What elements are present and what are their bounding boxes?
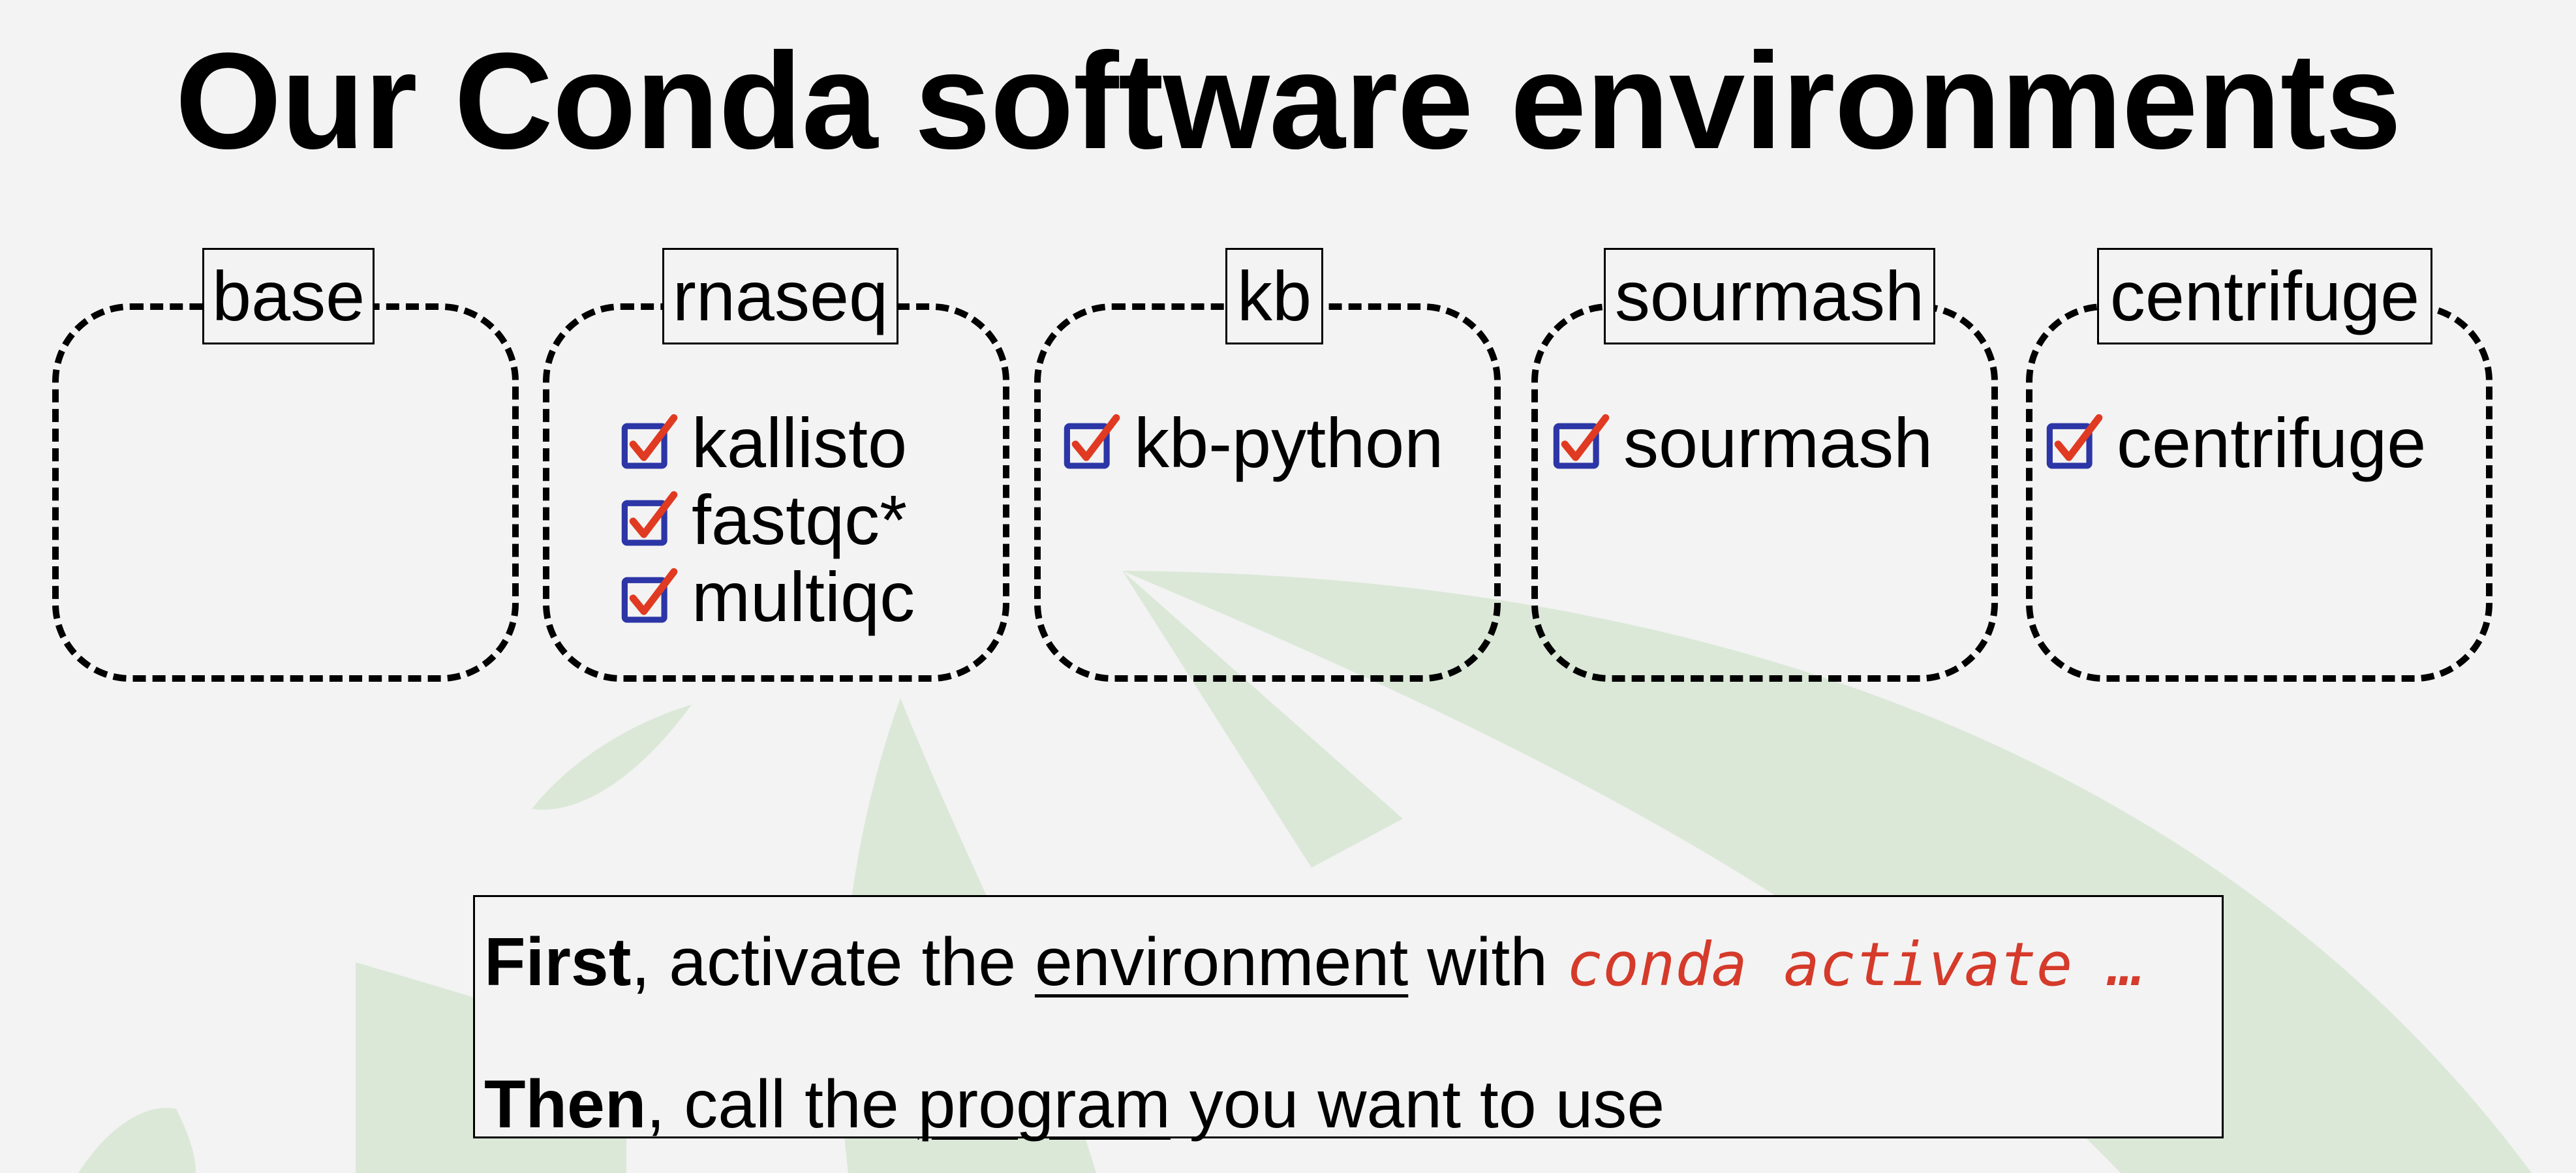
checkbox-checked-icon (621, 568, 678, 623)
package-name: multiqc (692, 557, 915, 636)
instruction-term-environment: environment (1034, 924, 1409, 1000)
checkbox-checked-icon (1553, 414, 1610, 469)
instruction-step-first: First (484, 924, 632, 1000)
instruction-term-program: program (917, 1067, 1171, 1142)
env-box-kb (1034, 303, 1501, 682)
checkbox-checked-icon (2046, 414, 2103, 469)
package-name: centrifuge (2117, 403, 2427, 482)
package-item: centrifuge (2045, 404, 2426, 481)
page-title: Our Conda software environments (175, 24, 2401, 177)
package-item: multiqc (620, 558, 915, 635)
instruction-line-program: Then, call the program you want to use (484, 1065, 1664, 1144)
instruction-step-then: Then (484, 1067, 647, 1142)
env-label-base: base (202, 248, 375, 344)
package-name: kb-python (1134, 403, 1444, 482)
package-list-centrifuge: centrifuge (2045, 404, 2426, 481)
package-name: fastqc* (692, 480, 908, 559)
package-item: kallisto (620, 404, 915, 481)
env-box-base (52, 303, 519, 682)
instruction-text: with (1408, 924, 1567, 1000)
checkbox-checked-icon (621, 414, 678, 469)
package-list-kb: kb-python (1062, 404, 1443, 481)
package-name: kallisto (692, 403, 908, 482)
env-label-kb: kb (1225, 248, 1323, 344)
instruction-text: you want to use (1170, 1067, 1665, 1142)
package-item: kb-python (1062, 404, 1443, 481)
instruction-line-activate: First, activate the environment with con… (484, 923, 2145, 1004)
env-box-sourmash (1531, 303, 1998, 682)
instruction-text: , call the (646, 1067, 918, 1142)
env-label-sourmash: sourmash (1604, 248, 1935, 344)
env-label-centrifuge: centrifuge (2097, 248, 2432, 344)
checkbox-checked-icon (1064, 414, 1120, 469)
env-label-rnaseq: rnaseq (662, 248, 898, 344)
checkbox-checked-icon (621, 491, 678, 546)
conda-activate-command: conda activate … (1567, 930, 2145, 999)
instructions-box: First, activate the environment with con… (473, 895, 2224, 1142)
env-box-centrifuge (2026, 303, 2492, 682)
package-item: sourmash (1552, 404, 1933, 481)
package-item: fastqc* (620, 481, 915, 558)
package-list-sourmash: sourmash (1552, 404, 1933, 481)
instruction-text: , activate the (631, 924, 1035, 1000)
package-name: sourmash (1623, 403, 1933, 482)
package-list-rnaseq: kallisto fastqc* multiqc (620, 404, 915, 635)
